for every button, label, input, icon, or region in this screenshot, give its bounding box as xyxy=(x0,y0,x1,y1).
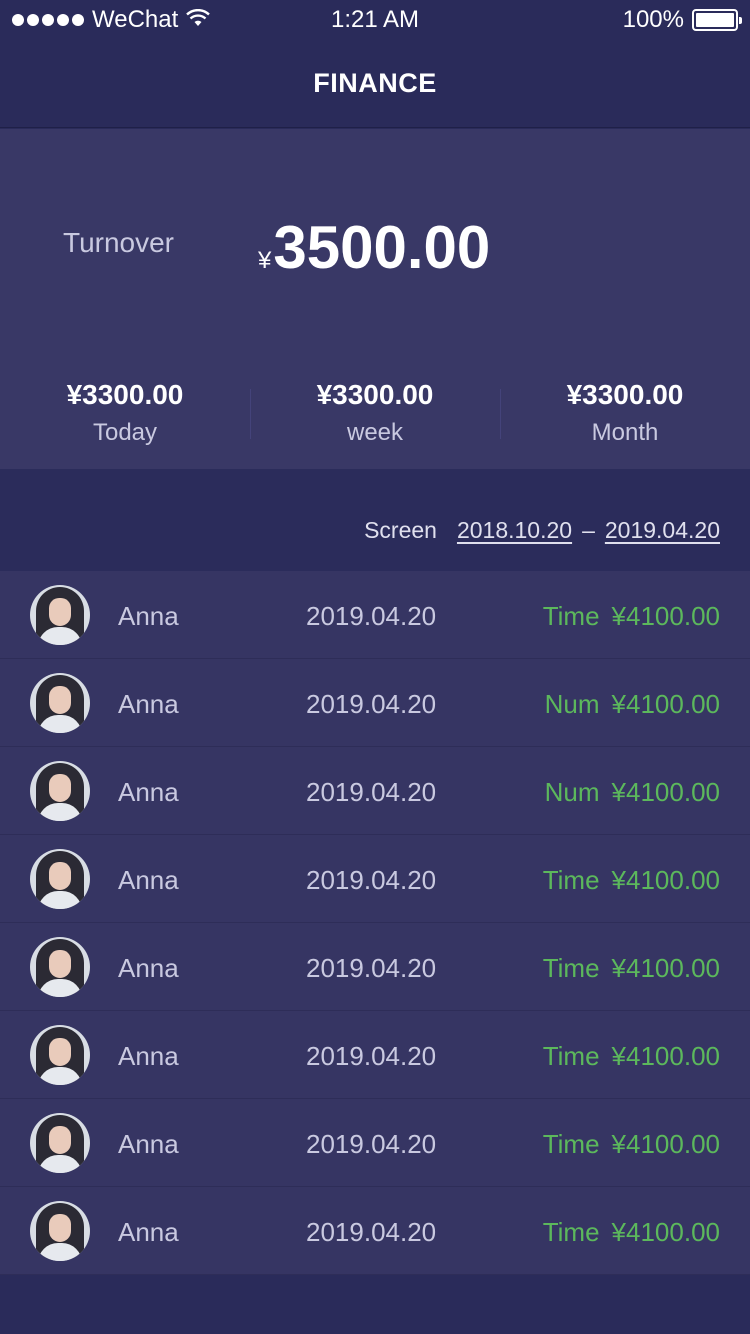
record-value: ¥4100.00 xyxy=(611,1129,720,1159)
carrier-name: WeChat xyxy=(92,6,179,33)
record-name: Anna xyxy=(118,689,179,719)
record-amount: Time ¥4100.00 xyxy=(543,601,720,632)
record-value: ¥4100.00 xyxy=(611,601,720,631)
record-date: 2019.04.20 xyxy=(306,1041,437,1071)
list-item[interactable]: Anna 2019.04.20 Time ¥4100.00 xyxy=(0,1099,750,1187)
record-date: 2019.04.20 xyxy=(306,1129,437,1159)
finance-page: WeChat 1:21 AM 100% FINANCE Turnover ¥ 3… xyxy=(0,0,750,1334)
stat-label: week xyxy=(346,419,404,446)
list-item[interactable]: Anna 2019.04.20 Time ¥4100.00 xyxy=(0,1187,750,1275)
record-type: Time xyxy=(542,1217,600,1247)
stat-label: Today xyxy=(92,419,158,446)
record-type: Time xyxy=(542,865,600,895)
status-left: WeChat xyxy=(12,6,211,34)
battery-icon xyxy=(692,9,742,31)
record-name: Anna xyxy=(118,865,179,895)
record-amount: Time ¥4100.00 xyxy=(543,953,720,984)
record-amount: Time ¥4100.00 xyxy=(543,1217,720,1248)
stat-today[interactable]: ¥3300.00 Today xyxy=(0,369,250,459)
avatar xyxy=(30,1113,90,1173)
record-date: 2019.04.20 xyxy=(306,689,437,719)
signal-strength-icon xyxy=(12,14,84,26)
avatar xyxy=(30,937,90,997)
record-name: Anna xyxy=(118,1041,179,1071)
avatar xyxy=(30,1025,90,1085)
filter-label: Screen xyxy=(364,517,437,543)
stat-value: ¥3300.00 xyxy=(316,379,434,410)
record-name: Anna xyxy=(118,601,179,631)
record-type: Time xyxy=(542,1129,600,1159)
record-amount: Time ¥4100.00 xyxy=(543,1041,720,1072)
turnover-section: Turnover ¥ 3500.00 xyxy=(0,129,750,359)
stat-value: ¥3300.00 xyxy=(566,379,684,410)
record-type: Time xyxy=(542,601,600,631)
record-date: 2019.04.20 xyxy=(306,777,437,807)
stat-week[interactable]: ¥3300.00 week xyxy=(250,369,500,459)
record-value: ¥4100.00 xyxy=(611,777,720,807)
list-item[interactable]: Anna 2019.04.20 Time ¥4100.00 xyxy=(0,923,750,1011)
date-filter: Screen 2018.10.20 – 2019.04.20 xyxy=(364,517,720,544)
record-name: Anna xyxy=(118,1129,179,1159)
record-date: 2019.04.20 xyxy=(306,1217,437,1247)
battery-percent: 100% xyxy=(622,6,684,33)
stat-month[interactable]: ¥3300.00 Month xyxy=(500,369,750,459)
record-date: 2019.04.20 xyxy=(306,953,437,983)
list-item[interactable]: Anna 2019.04.20 Num ¥4100.00 xyxy=(0,659,750,747)
record-type: Num xyxy=(544,777,600,807)
avatar xyxy=(30,761,90,821)
avatar xyxy=(30,1201,90,1261)
record-name: Anna xyxy=(118,1217,179,1247)
list-item[interactable]: Anna 2019.04.20 Time ¥4100.00 xyxy=(0,835,750,923)
stat-value: ¥3300.00 xyxy=(66,379,184,410)
page-title: FINANCE xyxy=(313,68,437,98)
record-value: ¥4100.00 xyxy=(611,689,720,719)
date-filter-bar: Screen 2018.10.20 – 2019.04.20 xyxy=(0,469,750,571)
record-list: Anna 2019.04.20 Time ¥4100.00 Anna 2019.… xyxy=(0,571,750,1275)
record-name: Anna xyxy=(118,953,179,983)
list-item[interactable]: Anna 2019.04.20 Num ¥4100.00 xyxy=(0,747,750,835)
turnover-label: Turnover xyxy=(63,227,175,258)
list-item[interactable]: Anna 2019.04.20 Time ¥4100.00 xyxy=(0,571,750,659)
record-amount: Num ¥4100.00 xyxy=(545,689,720,720)
date-to-picker[interactable]: 2019.04.20 xyxy=(605,517,720,544)
status-bar: WeChat 1:21 AM 100% xyxy=(0,0,750,40)
record-amount: Time ¥4100.00 xyxy=(543,865,720,896)
record-value: ¥4100.00 xyxy=(611,1217,720,1247)
avatar xyxy=(30,849,90,909)
record-name: Anna xyxy=(118,777,179,807)
stat-label: Month xyxy=(591,419,659,446)
summary-card: Turnover ¥ 3500.00 ¥3300.00 Today ¥3300.… xyxy=(0,129,750,469)
wifi-icon xyxy=(186,6,211,34)
avatar xyxy=(30,585,90,645)
status-right: 100% xyxy=(622,6,742,34)
turnover-amount: 3500.00 xyxy=(273,214,491,281)
record-value: ¥4100.00 xyxy=(611,1041,720,1071)
date-separator: – xyxy=(582,517,595,543)
nav-bar: FINANCE xyxy=(0,40,750,128)
record-date: 2019.04.20 xyxy=(306,865,437,895)
stats-row: ¥3300.00 Today ¥3300.00 week ¥3300.00 Mo… xyxy=(0,369,750,459)
record-type: Time xyxy=(542,1041,600,1071)
turnover-value: ¥ 3500.00 xyxy=(258,213,490,282)
record-type: Time xyxy=(542,953,600,983)
avatar xyxy=(30,673,90,733)
turnover-currency: ¥ xyxy=(258,247,272,274)
record-amount: Num ¥4100.00 xyxy=(545,777,720,808)
record-type: Num xyxy=(544,689,600,719)
record-date: 2019.04.20 xyxy=(306,601,437,631)
date-from-picker[interactable]: 2018.10.20 xyxy=(457,517,572,544)
record-value: ¥4100.00 xyxy=(611,865,720,895)
list-item[interactable]: Anna 2019.04.20 Time ¥4100.00 xyxy=(0,1011,750,1099)
record-value: ¥4100.00 xyxy=(611,953,720,983)
record-amount: Time ¥4100.00 xyxy=(543,1129,720,1160)
